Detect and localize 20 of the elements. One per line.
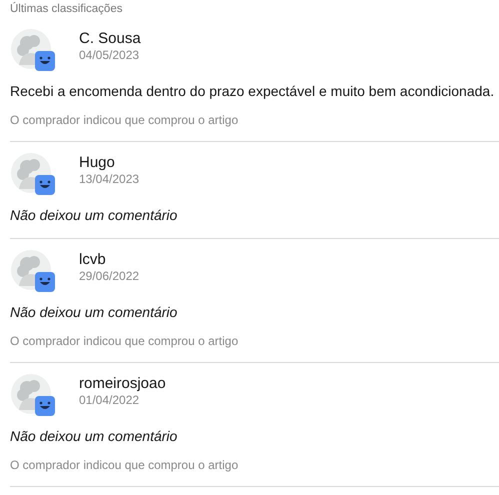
smiley-badge-icon	[35, 396, 55, 416]
review-date: 01/04/2022	[79, 393, 140, 408]
smiley-badge-icon	[35, 272, 55, 292]
review-date: 29/06/2022	[79, 269, 140, 284]
reviewer-name[interactable]: C. Sousa	[79, 30, 141, 48]
reviewer-name[interactable]: lcvb	[79, 251, 140, 270]
review-date: 13/04/2023	[79, 172, 140, 188]
purchase-note: O comprador indicou que comprou o artigo	[10, 112, 240, 130]
section-title: Últimas classificações	[10, 1, 124, 17]
no-comment-text: Não deixou um comentário	[10, 206, 178, 226]
smiley-badge-icon	[35, 51, 55, 72]
purchase-note: O comprador indicou que comprou o artigo	[10, 457, 240, 474]
smiley-badge-icon	[35, 175, 55, 196]
no-comment-text: Não deixou um comentário	[10, 303, 178, 322]
review-comment: Recebi a encomenda dentro do prazo expectável e muito bem acondicionada.	[10, 82, 496, 102]
purchase-note: O comprador indicou que comprou o artigo	[10, 333, 240, 350]
reviewer-name[interactable]: romeirosjoao	[79, 375, 166, 394]
review-date: 04/05/2023	[79, 48, 140, 64]
reviewer-name[interactable]: Hugo	[79, 154, 140, 172]
no-comment-text: Não deixou um comentário	[10, 427, 178, 446]
